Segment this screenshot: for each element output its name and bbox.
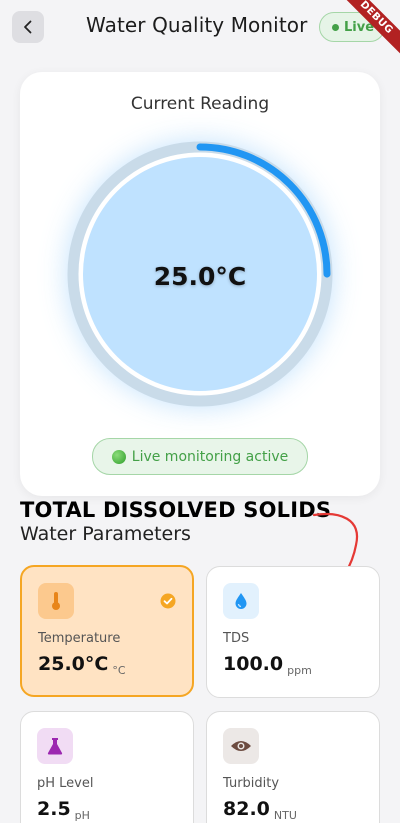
- parameter-card-tds[interactable]: TDS 100.0 ppm: [206, 566, 380, 698]
- parameter-card-ph[interactable]: pH Level 2.5 pH: [20, 711, 194, 823]
- monitoring-status-badge: Live monitoring active: [92, 438, 308, 475]
- app-bar: Water Quality Monitor Live DEBUG: [0, 0, 400, 58]
- parameter-label: TDS: [223, 631, 250, 646]
- parameter-label: Turbidity: [223, 776, 280, 791]
- parameter-unit: NTU: [273, 809, 297, 822]
- reading-title: Current Reading: [130, 94, 270, 114]
- annotation-label: TOTAL DISSOLVED SOLIDS: [20, 498, 332, 522]
- parameter-label: pH Level: [37, 776, 94, 791]
- monitoring-status-label: Live monitoring active: [131, 448, 289, 465]
- chevron-left-icon: [24, 20, 32, 34]
- flask-icon: [47, 738, 63, 755]
- parameter-value: 25.0°C: [38, 653, 109, 675]
- parameter-unit: °C: [112, 664, 126, 677]
- reading-value: 25.0°C: [153, 262, 247, 291]
- parameter-card-turbidity[interactable]: Turbidity 82.0 NTU: [206, 711, 380, 823]
- back-button[interactable]: [12, 11, 44, 43]
- current-reading-card: Current Reading 25.0°C Live monitoring a…: [20, 72, 380, 496]
- parameters-section-title: Water Parameters: [20, 523, 191, 545]
- live-dot-icon: [332, 23, 339, 31]
- page-title: Water Quality Monitor: [86, 13, 308, 37]
- parameter-card-temperature[interactable]: Temperature 25.0°C °C: [20, 565, 194, 697]
- parameter-value: 2.5: [37, 798, 71, 820]
- eye-icon: [231, 741, 251, 751]
- parameter-label: Temperature: [38, 631, 121, 646]
- parameter-value: 82.0: [223, 798, 270, 820]
- water-drop-icon: [235, 593, 247, 609]
- parameter-unit: pH: [74, 809, 90, 822]
- thermometer-icon: [52, 592, 60, 610]
- check-circle-icon: [160, 593, 176, 609]
- green-circle-icon: [111, 449, 126, 464]
- parameter-value: 100.0: [223, 653, 284, 675]
- parameter-unit: ppm: [287, 664, 312, 677]
